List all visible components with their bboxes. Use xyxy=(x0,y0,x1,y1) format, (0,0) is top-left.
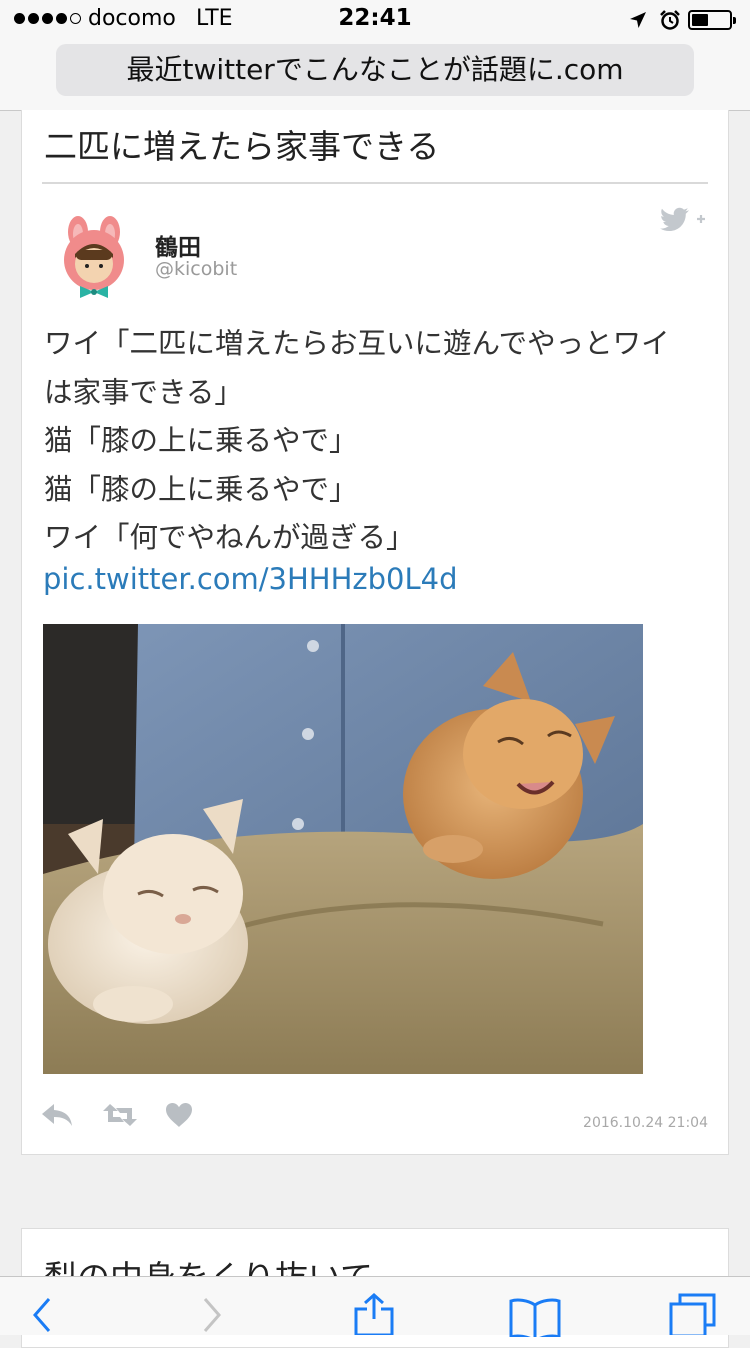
tweet-text-line: 猫「膝の上に乗るやで」 xyxy=(44,424,358,457)
title-divider xyxy=(42,182,708,184)
tweet-text-line: は家事できる」 xyxy=(44,375,243,409)
browser-toolbar xyxy=(0,1276,750,1337)
back-icon[interactable] xyxy=(32,1297,52,1333)
status-bar: docomo LTE 22:41 xyxy=(0,0,750,40)
avatar[interactable] xyxy=(50,212,138,300)
twitter-follow-icon[interactable] xyxy=(659,206,707,236)
author-handle[interactable]: @kicobit xyxy=(155,258,237,280)
tweet-text-line: 猫「膝の上に乗るやで」 xyxy=(44,472,358,506)
share-icon[interactable] xyxy=(352,1293,396,1335)
forward-icon[interactable] xyxy=(202,1297,222,1333)
article-title: 二匹に増えたら家事できる xyxy=(44,127,440,166)
location-arrow-icon xyxy=(630,12,646,28)
reply-icon[interactable] xyxy=(40,1100,74,1130)
alarm-clock-icon xyxy=(660,10,680,30)
tweet-timestamp[interactable]: 2016.10.24 21:04 xyxy=(583,1115,708,1131)
battery-icon xyxy=(688,10,736,30)
url-bar[interactable]: 最近twitterでこんなことが話題に.com xyxy=(56,44,694,96)
tweet-text-line: ワイ「二匹に増えたらお互いに遊んでやっとワイ xyxy=(44,327,670,360)
tweet-text-line: ワイ「何でやねんが過ぎる」 xyxy=(44,521,415,554)
retweet-icon[interactable] xyxy=(102,1100,138,1130)
like-icon[interactable] xyxy=(164,1100,194,1130)
tweet-text: ワイ「二匹に増えたらお互いに遊んでやっとワイ は家事できる」 猫「膝の上に乗るや… xyxy=(44,320,714,563)
bookmarks-icon[interactable] xyxy=(508,1297,562,1337)
tweet-photo-link[interactable]: pic.twitter.com/3HHHzb0L4d xyxy=(43,562,458,596)
tabs-icon[interactable] xyxy=(668,1293,718,1335)
browser-chrome: docomo LTE 22:41 最近twitterでこんなことが話題に.com xyxy=(0,0,750,111)
article-card: 二匹に増えたら家事できる 鶴田 @kicobit ワイ「二匹に増えたらお互いに遊… xyxy=(21,110,729,1155)
tweet-photo[interactable] xyxy=(43,624,643,1074)
author-name[interactable]: 鶴田 xyxy=(155,228,201,262)
